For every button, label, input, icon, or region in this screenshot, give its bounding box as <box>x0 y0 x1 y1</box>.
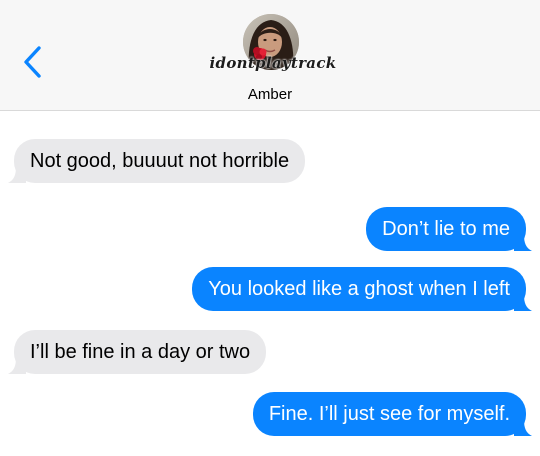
message-bubble-incoming: I’ll be fine in a day or two <box>8 330 267 374</box>
contact-name[interactable]: Amber <box>200 86 340 103</box>
conversation-header: idontplaytrack Amber <box>0 0 540 111</box>
bubble-tail <box>8 358 26 374</box>
bubble-tail <box>514 420 532 436</box>
message-text: Fine. I’ll just see for myself. <box>268 403 510 425</box>
bubble-tail <box>8 167 26 183</box>
bubble-tail <box>514 295 532 311</box>
bubble-tail <box>514 235 532 251</box>
message-text: I’ll be fine in a day or two <box>30 341 251 363</box>
message-bubble-outgoing: You looked like a ghost when I left <box>192 267 532 311</box>
message-text: You looked like a ghost when I left <box>208 278 510 300</box>
message-text: Not good, buuuut not horrible <box>30 150 290 172</box>
message-text: Don’t lie to me <box>382 218 510 240</box>
back-button[interactable] <box>18 42 48 82</box>
avatar-handle-text: idontplaytrack <box>209 54 337 72</box>
chevron-left-icon <box>24 46 41 78</box>
message-bubble-incoming: Not good, buuuut not horrible <box>8 139 306 183</box>
message-bubble-outgoing: Fine. I’ll just see for myself. <box>252 392 532 436</box>
message-bubble-outgoing: Don’t lie to me <box>366 207 532 251</box>
